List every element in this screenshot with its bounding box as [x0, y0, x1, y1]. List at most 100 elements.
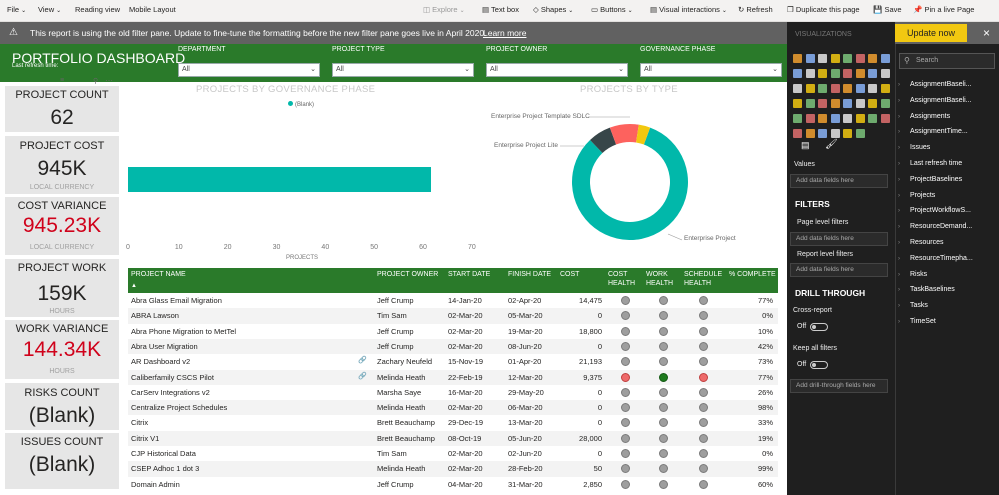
visual-type-icon[interactable] [843, 69, 852, 78]
project-cost-card[interactable]: PROJECT COST 945K LOCAL CURRENCY [5, 136, 119, 194]
issues-count-card[interactable]: ISSUES COUNT (Blank) [5, 433, 119, 489]
bar-blank[interactable] [128, 167, 431, 192]
visual-type-icon[interactable] [868, 99, 877, 108]
field-table-item[interactable]: › ResourceDemand... [898, 223, 972, 230]
project-count-card[interactable]: ≡ ⚲ ⋯ PROJECT COUNT 62 [5, 76, 119, 132]
visual-type-icon[interactable] [805, 114, 815, 123]
table-row[interactable]: CarServ Integrations v2 Marsha Saye 16-Mar… [128, 385, 778, 400]
table-row[interactable]: AR Dashboard v2 Zachary Neufeld 15-Nov-19 0… [128, 354, 778, 369]
column-header[interactable]: PROJECT NAME [131, 270, 186, 279]
expand-icon[interactable]: › [898, 256, 900, 262]
visual-type-icon[interactable] [880, 54, 890, 63]
field-table-item[interactable]: › Issues [898, 144, 930, 151]
risks-count-card[interactable]: RISKS COUNT (Blank) [5, 383, 119, 430]
view-menu[interactable]: View ⌄ [38, 0, 61, 22]
table-row[interactable]: Citrix V1 Brett Beauchamp 08-Oct-19 05-Jun-… [128, 430, 778, 446]
visual-type-icon[interactable] [793, 54, 802, 63]
expand-icon[interactable]: › [898, 319, 900, 325]
column-header[interactable]: PROJECT OWNER [377, 270, 438, 279]
visual-type-icon[interactable] [818, 129, 827, 138]
table-row[interactable]: CJP Historical Data Tim Sam 02-Mar-20 02-Ju… [128, 446, 778, 461]
visual-type-icon[interactable] [880, 84, 890, 93]
visual-type-icon[interactable] [880, 69, 890, 78]
visual-type-icon[interactable] [818, 69, 827, 78]
search-input[interactable]: ⚲ Search [899, 53, 995, 69]
field-table-item[interactable]: › Assignments [898, 113, 950, 120]
cross-report-toggle[interactable] [810, 323, 828, 331]
expand-icon[interactable]: › [898, 193, 900, 199]
visual-interactions-menu[interactable]: ▤ Visual interactions ⌄ [650, 0, 727, 22]
field-table-item[interactable]: › ProjectBaselines [898, 176, 962, 183]
visual-type-icon[interactable] [855, 114, 865, 123]
visual-type-icon[interactable] [793, 99, 802, 108]
report-filters-well[interactable]: Add data fields here [790, 263, 888, 277]
cost-variance-card[interactable]: COST VARIANCE 945.23K LOCAL CURRENCY [5, 197, 119, 255]
reading-view-button[interactable]: Reading view [75, 0, 120, 22]
field-table-item[interactable]: › Projects [898, 192, 935, 199]
visual-type-icon[interactable] [818, 54, 827, 63]
expand-icon[interactable]: › [898, 208, 900, 214]
visual-type-icon[interactable] [805, 69, 815, 78]
visual-type-icon[interactable] [855, 69, 865, 78]
visual-type-icon[interactable] [868, 84, 877, 93]
close-icon[interactable]: × [983, 22, 990, 44]
visual-type-icon[interactable] [793, 114, 802, 123]
work-variance-card[interactable]: WORK VARIANCE 144.34K HOURS [5, 320, 119, 379]
table-row[interactable]: CSEP Adhoc 1 dot 3 Melinda Heath 02-Mar-20… [128, 461, 778, 477]
visual-type-icon[interactable] [843, 99, 852, 108]
table-row[interactable]: Citrix Brett Beauchamp 29-Dec-19 13-Mar-20 0… [128, 415, 778, 430]
column-header[interactable]: % COMPLETE [729, 270, 776, 279]
visual-type-icon[interactable] [830, 54, 840, 63]
project-work-card[interactable]: PROJECT WORK 159K HOURS [5, 259, 119, 317]
refresh-button[interactable]: ↻ Refresh [738, 0, 773, 22]
learn-more-link[interactable]: Learn more [483, 22, 526, 44]
field-table-item[interactable]: › AssignmentBaseli... [898, 97, 971, 104]
drag-handle-icon[interactable]: ≡ [60, 77, 64, 84]
visual-type-icon[interactable] [830, 69, 840, 78]
expand-icon[interactable]: › [898, 161, 900, 167]
link-icon[interactable]: 🔗 [358, 372, 367, 380]
visual-type-icon[interactable] [880, 114, 890, 123]
column-header[interactable]: COST HEALTH [608, 270, 638, 288]
visual-type-icon[interactable] [793, 84, 802, 93]
visual-type-icon[interactable] [830, 129, 840, 138]
visual-type-icon[interactable] [830, 84, 840, 93]
visual-type-icon[interactable] [843, 114, 852, 123]
fields-tab-icon[interactable]: ▤ [801, 140, 810, 151]
visual-type-icon[interactable] [843, 129, 852, 138]
visual-type-icon[interactable] [843, 54, 852, 63]
duplicate-page-button[interactable]: ❐ Duplicate this page [787, 0, 860, 22]
column-header[interactable]: COST [560, 270, 579, 279]
project-type-dropdown[interactable]: All ⌄ [332, 63, 474, 77]
save-button[interactable]: 💾 Save [873, 0, 902, 22]
expand-icon[interactable]: › [898, 240, 900, 246]
table-row[interactable]: Abra Glass Email Migration Jeff Crump 14-J… [128, 293, 778, 308]
values-well[interactable]: Add data fields here [790, 174, 888, 188]
sort-ascending-icon[interactable]: ▲ [131, 283, 137, 289]
visual-type-icon[interactable] [855, 84, 865, 93]
field-table-item[interactable]: › TaskBaselines [898, 286, 955, 293]
pin-icon[interactable]: ⚲ [93, 77, 98, 85]
project-owner-dropdown[interactable]: All ⌄ [486, 63, 628, 77]
link-icon[interactable]: 🔗 [358, 356, 367, 364]
table-row[interactable]: Abra Phone Migration to MetTel Jeff Crump… [128, 324, 778, 339]
visual-type-icon[interactable] [868, 69, 877, 78]
shapes-menu[interactable]: ◇ Shapes ⌄ [533, 0, 573, 22]
visual-type-icon[interactable] [805, 99, 815, 108]
text-box-button[interactable]: ▤ Text box [482, 0, 519, 22]
field-table-item[interactable]: › ProjectWorkflowS... [898, 207, 971, 214]
visual-type-icon[interactable] [805, 129, 815, 138]
table-row[interactable]: Centralize Project Schedules Melinda Heat… [128, 400, 778, 416]
expand-icon[interactable]: › [898, 287, 900, 293]
department-dropdown[interactable]: All ⌄ [178, 63, 320, 77]
column-header[interactable]: START DATE [448, 270, 490, 279]
table-row[interactable]: Abra User Migration Jeff Crump 02-Mar-20 08… [128, 338, 778, 355]
pin-live-page-button[interactable]: 📌 Pin a live Page [913, 0, 974, 22]
expand-icon[interactable]: › [898, 98, 900, 104]
table-row[interactable]: Domain Admin Jeff Crump 04-Mar-20 31-Mar-20… [128, 477, 778, 492]
expand-icon[interactable]: › [898, 145, 900, 151]
column-header[interactable]: FINISH DATE [508, 270, 551, 279]
visual-type-icon[interactable] [793, 129, 802, 138]
field-table-item[interactable]: › AssignmentBaseli... [898, 81, 971, 88]
page-filters-well[interactable]: Add data fields here [790, 232, 888, 246]
